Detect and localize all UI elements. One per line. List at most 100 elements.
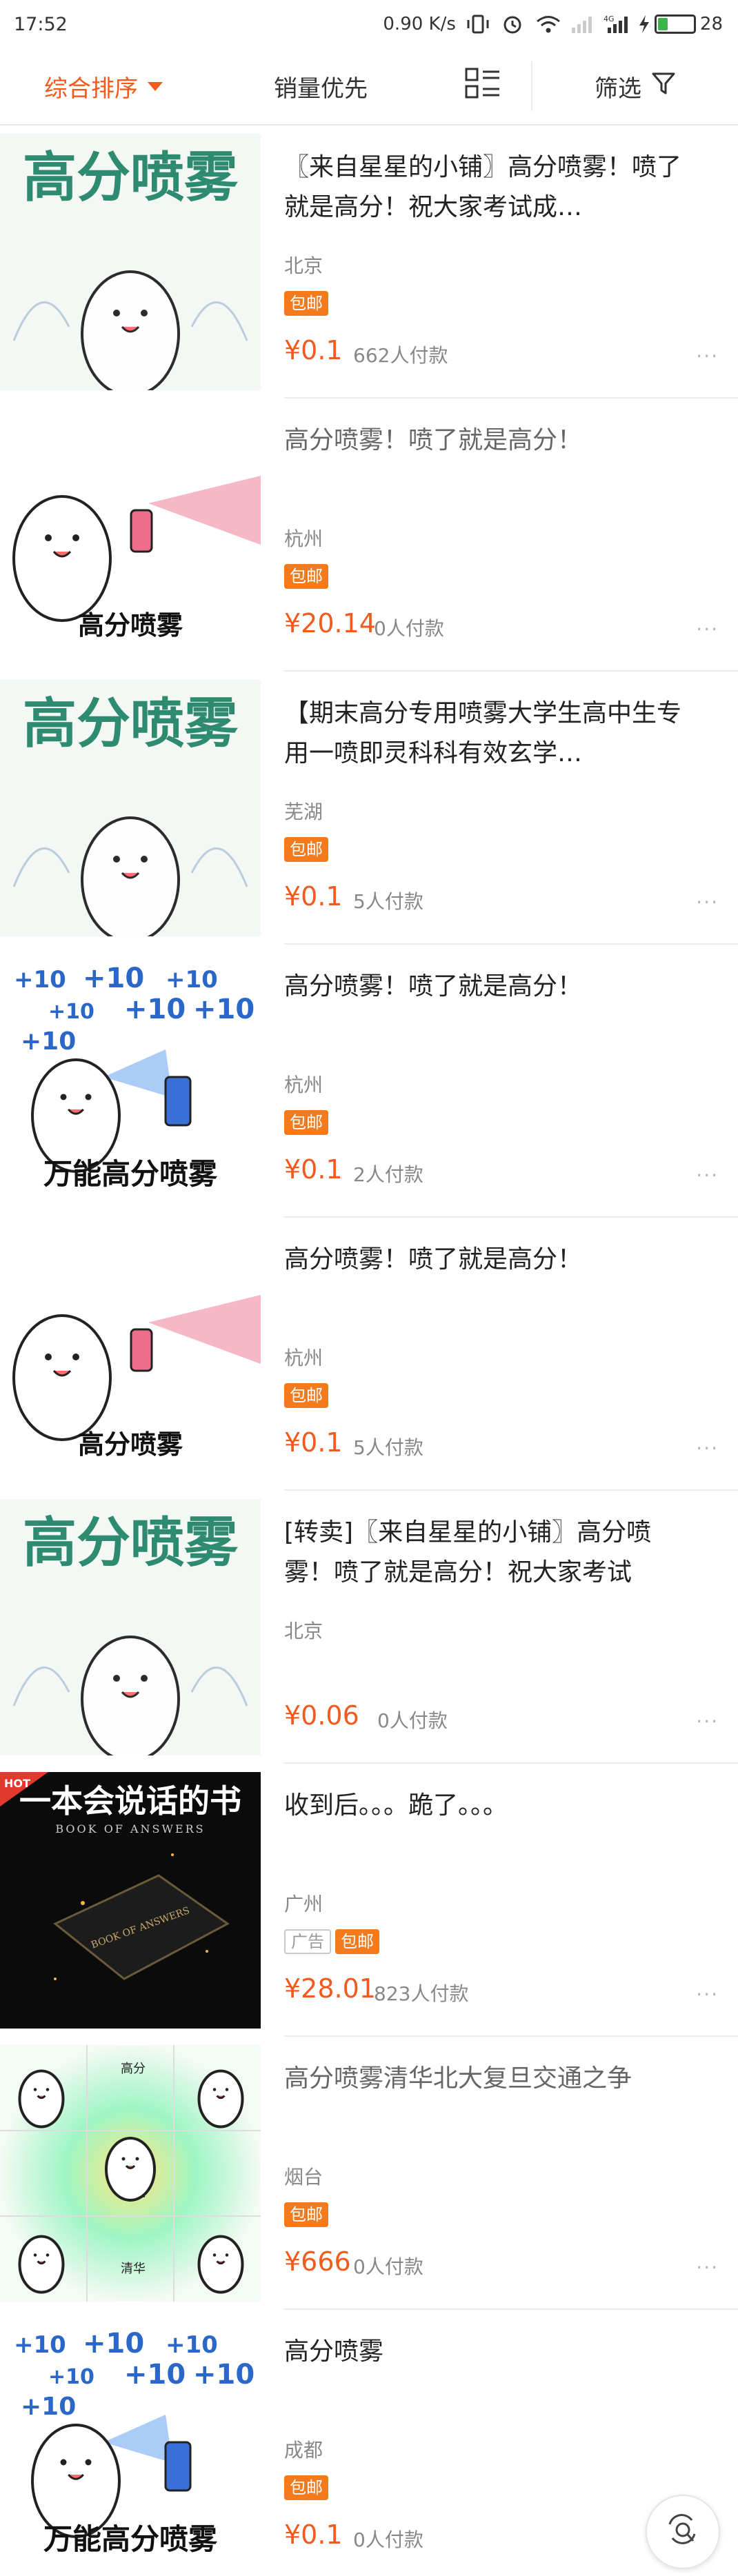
net-speed: 0.90 K/s: [383, 14, 456, 34]
product-price: ¥0.1: [284, 1427, 343, 1458]
more-options-icon[interactable]: ···: [696, 891, 719, 914]
product-thumbnail[interactable]: 高分喷雾: [0, 1499, 261, 1755]
product-location: 杭州: [284, 1347, 323, 1369]
tab-sales-priority[interactable]: 销量优先: [207, 48, 435, 124]
svg-text:+10: +10: [83, 2328, 144, 2359]
charging-icon: [638, 14, 650, 34]
product-thumbnail[interactable]: +10 +10 +10 +10 +10 +10 +10 万能高分喷雾: [0, 2318, 261, 2575]
svg-text:清华: 清华: [121, 2262, 146, 2276]
svg-text:+10: +10: [193, 994, 255, 1025]
more-options-icon[interactable]: ···: [696, 345, 719, 368]
floating-search-button[interactable]: [646, 2495, 720, 2569]
image-caption: 万能高分喷雾: [43, 2522, 218, 2556]
tab-comprehensive-sort[interactable]: 综合排序: [0, 48, 207, 124]
product-tags: 包邮: [284, 564, 328, 589]
more-options-icon[interactable]: ···: [696, 2256, 719, 2279]
free-shipping-tag: 包邮: [284, 2475, 328, 2500]
product-item[interactable]: +10 +10 +10 +10 +10 +10 +10 万能高分喷雾 高分喷雾！喷了就是…: [0, 945, 738, 1218]
wifi-icon: [535, 14, 560, 34]
signal-icon-sim1: [569, 14, 594, 34]
product-item[interactable]: +10 +10 +10 +10 +10 +10 +10 万能高分喷雾 高分喷雾 成都 包…: [0, 2310, 738, 2576]
free-shipping-tag: 包邮: [284, 564, 328, 589]
product-item[interactable]: 高分喷雾 〖来自星星的小铺〗高分喷雾！喷了就是高分！祝大家考试成… 北京 包邮 …: [0, 125, 738, 399]
product-title[interactable]: 高分喷雾清华北大复旦交通之争: [284, 2059, 698, 2099]
product-info: 高分喷雾！喷了就是高分！ 杭州 包邮 ¥0.1 2人付款 ···: [284, 953, 738, 1218]
filter-label: 筛选: [595, 74, 641, 103]
product-price: ¥0.1: [284, 335, 343, 365]
search-refresh-icon: [661, 2509, 704, 2555]
image-caption: 高分喷雾: [23, 147, 239, 209]
product-price: ¥0.1: [284, 1154, 343, 1185]
product-paid-count: 0人付款: [374, 617, 444, 640]
tab-label: 综合排序: [44, 74, 138, 103]
grid-list-toggle-icon: [465, 68, 501, 105]
product-info: 〖来自星星的小铺〗高分喷雾！喷了就是高分！祝大家考试成… 北京 包邮 ¥0.1 …: [284, 134, 738, 399]
product-item[interactable]: 高分喷雾 高分喷雾！喷了就是高分！ 杭州 包邮 ¥20.14 0人付款 ···: [0, 399, 738, 672]
product-title[interactable]: 〖来自星星的小铺〗高分喷雾！喷了就是高分！祝大家考试成…: [284, 148, 698, 228]
more-options-icon[interactable]: ···: [696, 1983, 719, 2006]
product-thumbnail[interactable]: 高分喷雾: [0, 680, 261, 936]
free-shipping-tag: 包邮: [284, 291, 328, 316]
svg-text:+10: +10: [14, 966, 66, 994]
svg-text:+10: +10: [193, 2359, 255, 2391]
svg-text:4G: 4G: [604, 14, 615, 23]
hot-badge: HOT: [4, 1777, 30, 1790]
vibrate-icon: [466, 14, 490, 34]
product-title[interactable]: 高分喷雾: [284, 2332, 698, 2372]
product-tags: 包邮: [284, 837, 328, 862]
product-thumbnail[interactable]: 高分喷雾: [0, 134, 261, 390]
status-bar: 17:52 0.90 K/s 4G 28: [0, 0, 738, 48]
svg-text:+10: +10: [124, 994, 186, 1025]
image-caption: 高分喷雾: [78, 610, 183, 641]
layout-toggle-button[interactable]: [435, 48, 531, 124]
caret-down-icon: [148, 81, 163, 91]
image-caption: 高分喷雾: [78, 1429, 183, 1460]
product-item[interactable]: 高分喷雾 高分喷雾！喷了就是高分！ 杭州 包邮 ¥0.1 5人付款 ···: [0, 1218, 738, 1491]
product-title[interactable]: 高分喷雾！喷了就是高分！: [284, 421, 698, 461]
filter-button[interactable]: 筛选: [531, 61, 738, 111]
product-location: 杭州: [284, 1074, 323, 1096]
product-thumbnail[interactable]: 高分必过 清华: [0, 2045, 261, 2302]
product-title[interactable]: 高分喷雾！喷了就是高分！: [284, 1240, 698, 1280]
product-paid-count: 0人付款: [377, 1709, 448, 1732]
product-title[interactable]: 高分喷雾！喷了就是高分！: [284, 967, 698, 1007]
product-price: ¥666: [284, 2246, 351, 2277]
svg-text:+10: +10: [124, 2359, 186, 2391]
svg-text:+10: +10: [48, 2365, 94, 2389]
more-options-icon[interactable]: ···: [696, 1437, 719, 1460]
product-item[interactable]: 高分喷雾 [转卖]〖来自星星的小铺〗高分喷雾！喷了就是高分！祝大家考试 北京 ¥…: [0, 1491, 738, 1764]
more-options-icon[interactable]: ···: [696, 1710, 719, 1733]
svg-text:+10: +10: [21, 1027, 76, 1056]
product-thumbnail[interactable]: +10 +10 +10 +10 +10 +10 +10 万能高分喷雾: [0, 953, 261, 1209]
product-tags: 广告 包邮: [284, 1929, 379, 1954]
image-subcaption: BOOK OF ANSWERS: [55, 1822, 205, 1835]
product-item[interactable]: 高分喷雾 【期末高分专用喷雾大学生高中生专用一喷即灵科科有效玄学… 芜湖 包邮 …: [0, 672, 738, 945]
product-title[interactable]: [转卖]〖来自星星的小铺〗高分喷雾！喷了就是高分！祝大家考试: [284, 1513, 698, 1593]
product-paid-count: 662人付款: [353, 344, 448, 367]
product-item[interactable]: 高分必过 清华 高分喷雾清华北大复旦交: [0, 2037, 738, 2310]
more-options-icon[interactable]: ···: [696, 618, 719, 641]
product-location: 北京: [284, 1620, 323, 1642]
svg-text:+10: +10: [48, 1000, 94, 1024]
product-thumbnail[interactable]: 高分喷雾: [0, 1226, 261, 1482]
product-paid-count: 2人付款: [353, 1163, 423, 1186]
product-location: 成都: [284, 2439, 323, 2462]
product-info: 高分喷雾！喷了就是高分！ 杭州 包邮 ¥20.14 0人付款 ···: [284, 407, 738, 672]
product-info: 收到后。。。跪了。。。 广州 广告 包邮 ¥28.01 823人付款 ···: [284, 1772, 738, 2037]
product-item[interactable]: 一本会说话的书 BOOK OF ANSWERS BOOK OF ANSWERS …: [0, 1764, 738, 2037]
product-price: ¥0.1: [284, 2519, 343, 2550]
product-location: 北京: [284, 254, 323, 277]
product-tags: 包邮: [284, 291, 328, 316]
product-tags: 包邮: [284, 1383, 328, 1408]
product-paid-count: 5人付款: [353, 1436, 423, 1459]
free-shipping-tag: 包邮: [284, 2202, 328, 2227]
more-options-icon[interactable]: ···: [696, 1164, 719, 1187]
product-location: 芜湖: [284, 801, 323, 823]
product-thumbnail[interactable]: 一本会说话的书 BOOK OF ANSWERS BOOK OF ANSWERS …: [0, 1772, 261, 2029]
product-thumbnail[interactable]: 高分喷雾: [0, 407, 261, 663]
product-title[interactable]: 【期末高分专用喷雾大学生高中生专用一喷即灵科科有效玄学…: [284, 694, 698, 774]
product-title[interactable]: 收到后。。。跪了。。。: [284, 1786, 698, 1826]
product-location: 广州: [284, 1893, 323, 1915]
image-caption: 万能高分喷雾: [43, 1157, 218, 1191]
svg-text:+10: +10: [83, 963, 144, 994]
